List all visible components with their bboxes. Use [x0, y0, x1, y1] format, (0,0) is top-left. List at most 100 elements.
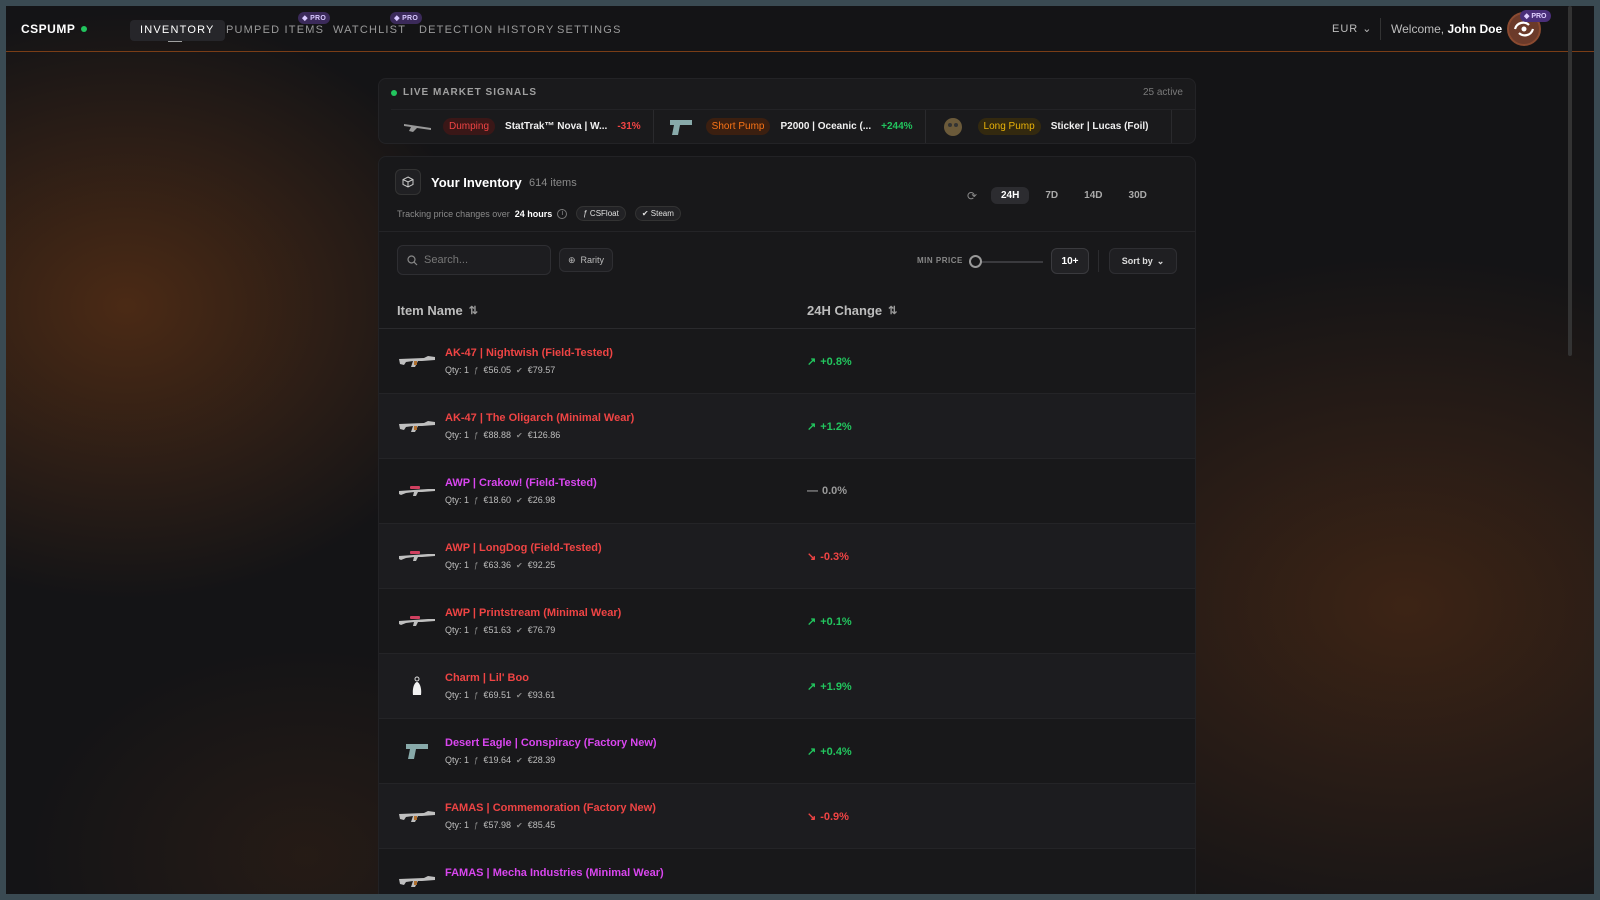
table-row[interactable]: FAMAS | Commemoration (Factory New) Qty: …: [379, 784, 1195, 849]
sticker-icon: [938, 117, 968, 136]
price-change-value: 0.0%: [822, 485, 848, 497]
min-price-slider-track[interactable]: [975, 261, 1043, 263]
csfloat-price: €57.98: [483, 820, 511, 830]
tab-30d[interactable]: 30D: [1119, 187, 1157, 204]
table-row[interactable]: Charm | Lil' Boo Qty: 1 ƒ €69.51 ✔ €93.61 ↗ +1.…: [379, 654, 1195, 719]
csfloat-icon: ƒ: [474, 365, 479, 375]
signals-list: Dumping StatTrak™ Nova | W... -31% Short Pu…: [391, 109, 1195, 143]
nav-item-label: INVENTORY: [140, 24, 215, 36]
item-name[interactable]: Charm | Lil' Boo: [445, 672, 529, 684]
signal-item[interactable]: Short Pump P2000 | Oceanic (... +244%: [654, 110, 926, 143]
signals-title: LIVE MARKET SIGNALS: [403, 87, 538, 98]
column-header-24h-change[interactable]: 24H Change ⇅: [807, 303, 897, 318]
table-row[interactable]: AWP | Crakow! (Field-Tested) Qty: 1 ƒ €18.6…: [379, 459, 1195, 524]
table-row[interactable]: AWP | LongDog (Field-Tested) Qty: 1 ƒ €63.3…: [379, 524, 1195, 589]
range-tabs: 24H 7D 14D 30D: [991, 187, 1157, 204]
chevron-down-icon: ⌄: [1362, 23, 1373, 35]
item-name[interactable]: AWP | Crakow! (Field-Tested): [445, 477, 597, 489]
tab-7d[interactable]: 7D: [1035, 187, 1068, 204]
search-input[interactable]: [424, 254, 534, 266]
item-meta: Qty: 1 ƒ €88.88 ✔ €126.86: [445, 430, 560, 440]
inventory-table: AK-47 | Nightwish (Field-Tested) Qty: 1 ƒ €…: [379, 329, 1195, 894]
steam-price: €76.79: [527, 625, 556, 635]
steam-icon: ✔: [516, 755, 523, 765]
nav-item-label: PUMPED ITEMS: [226, 24, 325, 36]
table-row[interactable]: Desert Eagle | Conspiracy (Factory New) Q…: [379, 719, 1195, 784]
chevron-down-icon: ⌄: [1156, 255, 1165, 266]
divider: [379, 231, 1195, 232]
steam-icon: ✔: [516, 495, 523, 505]
price-change: ↘ -0.3%: [807, 550, 849, 564]
brand-logo[interactable]: CSPUMP: [21, 22, 88, 36]
signal-item-name: StatTrak™ Nova | W...: [505, 121, 608, 132]
min-price-value[interactable]: 10+: [1051, 248, 1089, 274]
item-name[interactable]: AWP | LongDog (Field-Tested): [445, 542, 602, 554]
sort-by-button[interactable]: Sort by ⌄: [1109, 248, 1177, 274]
item-name[interactable]: FAMAS | Commemoration (Factory New): [445, 802, 656, 814]
min-price-slider-handle[interactable]: [969, 255, 982, 268]
price-change: ↗ +1.2%: [807, 420, 852, 434]
nav-item-inventory[interactable]: INVENTORY: [130, 20, 225, 42]
search-icon: [407, 254, 418, 265]
status-dot: [81, 26, 88, 32]
min-price-label: MIN PRICE: [917, 256, 963, 265]
table-row[interactable]: FAMAS | Mecha Industries (Minimal Wear): [379, 849, 1195, 894]
scrollbar[interactable]: [1568, 6, 1572, 356]
trend-up-icon: ↗: [807, 681, 817, 693]
brand-name: CSPUMP: [21, 22, 76, 36]
csfloat-price: €51.63: [483, 625, 511, 635]
divider: [1098, 250, 1099, 272]
signal-change: +244%: [881, 121, 913, 132]
currency-select[interactable]: EUR ⌄: [1332, 22, 1373, 35]
inventory-panel: Your Inventory 614 items Tracking price …: [378, 156, 1196, 894]
dash-icon: —: [807, 485, 818, 497]
steam-price: €93.61: [527, 690, 556, 700]
refresh-icon[interactable]: ⟳: [967, 189, 977, 203]
tab-24h[interactable]: 24H: [991, 187, 1030, 204]
item-name[interactable]: FAMAS | Mecha Industries (Minimal Wear): [445, 867, 664, 879]
rifle-icon: [397, 867, 437, 894]
rarity-label: Rarity: [580, 255, 605, 265]
item-qty: Qty: 1: [445, 365, 470, 375]
box-icon: [395, 169, 421, 195]
search-box: [397, 245, 551, 275]
signal-tag: Short Pump: [705, 118, 771, 135]
item-name[interactable]: Desert Eagle | Conspiracy (Factory New): [445, 737, 657, 749]
steam-price: €85.45: [527, 820, 556, 830]
rarity-filter-button[interactable]: ⊕ Rarity: [559, 248, 614, 272]
table-row[interactable]: AK-47 | The Oligarch (Minimal Wear) Qty: …: [379, 394, 1195, 459]
rifle-icon: [397, 347, 437, 375]
nav-item-detection-history[interactable]: DETECTION HISTORY: [409, 20, 565, 41]
csfloat-price: €56.05: [483, 365, 511, 375]
source-csfloat: ƒ CSFloat: [576, 206, 626, 221]
item-name[interactable]: AK-47 | The Oligarch (Minimal Wear): [445, 412, 634, 424]
trend-up-icon: ↗: [807, 356, 817, 368]
sort-arrows-icon: ⇅: [888, 305, 898, 317]
item-meta: Qty: 1 ƒ €63.36 ✔ €92.25: [445, 560, 555, 570]
item-name[interactable]: AK-47 | Nightwish (Field-Tested): [445, 347, 613, 359]
price-change: ↗ +0.1%: [807, 615, 852, 629]
signal-item[interactable]: Long Pump Sticker | Lucas (Foil): [926, 110, 1172, 143]
info-icon[interactable]: i: [557, 208, 568, 219]
rifle-icon: [397, 802, 437, 830]
trend-up-icon: ↗: [807, 616, 817, 628]
item-name[interactable]: AWP | Printstream (Minimal Wear): [445, 607, 621, 619]
price-change: ↗ +0.4%: [807, 745, 852, 759]
table-row[interactable]: AK-47 | Nightwish (Field-Tested) Qty: 1 ƒ €…: [379, 329, 1195, 394]
column-header-item-name[interactable]: Item Name ⇅: [397, 303, 478, 318]
trend-up-icon: ↗: [807, 746, 817, 758]
user-name: John Doe: [1447, 22, 1503, 36]
signal-item[interactable]: Dumping StatTrak™ Nova | W... -31%: [391, 110, 654, 143]
table-row[interactable]: AWP | Printstream (Minimal Wear) Qty: 1 ƒ €…: [379, 589, 1195, 654]
steam-icon: ✔: [516, 690, 523, 700]
signal-item-name: Sticker | Lucas (Foil): [1050, 121, 1149, 132]
nav-item-watchlist[interactable]: WATCHLIST ◆ PRO: [323, 12, 423, 41]
pro-badge: ◆ PRO: [1520, 10, 1551, 22]
csfloat-icon: ƒ: [474, 430, 479, 440]
steam-price: €126.86: [527, 430, 561, 440]
nav-item-pumped-items[interactable]: PUMPED ITEMS ◆ PRO: [216, 12, 334, 41]
nav-item-settings[interactable]: SETTINGS: [547, 20, 632, 41]
sniper-icon: [397, 477, 437, 505]
item-qty: Qty: 1: [445, 625, 470, 635]
tab-14d[interactable]: 14D: [1074, 187, 1112, 204]
